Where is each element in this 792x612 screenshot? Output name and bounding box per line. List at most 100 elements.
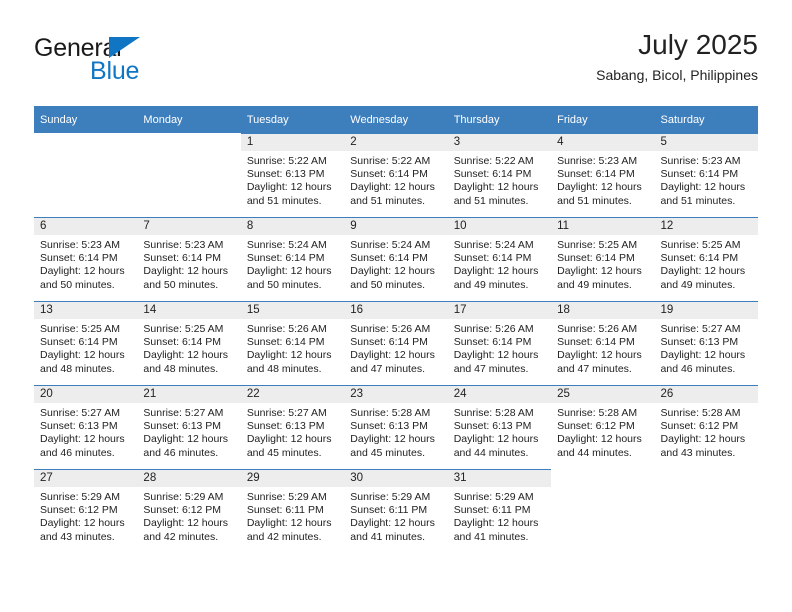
day-cell-inner: 27 Sunrise: 5:29 AM Sunset: 6:12 PM Dayligh… xyxy=(34,469,138,553)
weekday-header-sunday: Sunday xyxy=(34,106,138,133)
day-cell-inner: 25 Sunrise: 5:28 AM Sunset: 6:12 PM Dayligh… xyxy=(551,385,655,469)
calendar-day-cell[interactable]: 1 Sunrise: 5:22 AM Sunset: 6:13 PM Daylight… xyxy=(240,133,345,217)
day-cell-inner: 26 Sunrise: 5:28 AM Sunset: 6:12 PM Dayligh… xyxy=(654,385,758,469)
calendar-day-cell[interactable]: 27 Sunrise: 5:29 AM Sunset: 6:12 PM Dayligh… xyxy=(34,469,138,553)
calendar-day-cell[interactable]: 16 Sunrise: 5:26 AM Sunset: 6:14 PM Dayligh… xyxy=(344,301,448,385)
sunset-text: Sunset: 6:11 PM xyxy=(246,504,324,517)
day-number xyxy=(551,469,654,486)
calendar-day-cell[interactable]: 20 Sunrise: 5:27 AM Sunset: 6:13 PM Dayligh… xyxy=(34,385,138,469)
day-number: 18 xyxy=(551,302,655,319)
calendar-day-cell[interactable]: 26 Sunrise: 5:28 AM Sunset: 6:12 PM Dayligh… xyxy=(654,385,758,469)
calendar-day-cell[interactable]: 12 Sunrise: 5:25 AM Sunset: 6:14 PM Dayligh… xyxy=(654,217,758,301)
daylight-text-line1: Daylight: 12 hours xyxy=(557,265,642,278)
weekday-header-friday: Friday xyxy=(551,106,655,133)
sunset-text: Sunset: 6:13 PM xyxy=(453,420,532,433)
sunset-text: Sunset: 6:13 PM xyxy=(40,420,118,433)
calendar-day-cell[interactable]: 11 Sunrise: 5:25 AM Sunset: 6:14 PM Dayligh… xyxy=(551,217,655,301)
calendar-day-cell[interactable]: 23 Sunrise: 5:28 AM Sunset: 6:13 PM Dayligh… xyxy=(344,385,448,469)
calendar-day-cell[interactable]: 19 Sunrise: 5:27 AM Sunset: 6:13 PM Dayligh… xyxy=(654,301,758,385)
calendar-empty-cell xyxy=(551,469,654,553)
day-number xyxy=(34,133,137,150)
day-cell-inner xyxy=(137,133,240,217)
calendar-day-cell[interactable]: 22 Sunrise: 5:27 AM Sunset: 6:13 PM Dayligh… xyxy=(240,385,345,469)
calendar-day-cell[interactable]: 8 Sunrise: 5:24 AM Sunset: 6:14 PM Daylight… xyxy=(240,217,345,301)
day-cell-inner: 15 Sunrise: 5:26 AM Sunset: 6:14 PM Dayligh… xyxy=(240,301,345,385)
daylight-text-line2: and 50 minutes. xyxy=(40,278,115,291)
day-number: 20 xyxy=(34,386,138,403)
day-cell-details: Sunrise: 5:25 AM Sunset: 6:14 PM Daylight:… xyxy=(137,319,240,376)
sunrise-text: Sunrise: 5:25 AM xyxy=(40,323,120,335)
sunset-text: Sunset: 6:14 PM xyxy=(453,168,532,181)
day-cell-details: Sunrise: 5:29 AM Sunset: 6:11 PM Daylight:… xyxy=(241,487,344,544)
day-cell-inner: 21 Sunrise: 5:27 AM Sunset: 6:13 PM Dayligh… xyxy=(137,385,241,469)
calendar-day-cell[interactable]: 24 Sunrise: 5:28 AM Sunset: 6:13 PM Dayligh… xyxy=(447,385,552,469)
calendar-day-cell[interactable]: 15 Sunrise: 5:26 AM Sunset: 6:14 PM Dayligh… xyxy=(240,301,345,385)
daylight-text-line1: Daylight: 12 hours xyxy=(350,181,435,194)
page-title: July 2025 xyxy=(638,29,758,60)
daylight-text-line1: Daylight: 12 hours xyxy=(660,433,746,446)
sunrise-text: Sunrise: 5:23 AM xyxy=(40,239,120,251)
daylight-text-line2: and 49 minutes. xyxy=(660,278,736,291)
sunset-text: Sunset: 6:14 PM xyxy=(557,336,635,349)
sunrise-text: Sunrise: 5:29 AM xyxy=(453,491,534,503)
daylight-text-line2: and 44 minutes. xyxy=(557,446,632,459)
day-cell-details: Sunrise: 5:26 AM Sunset: 6:14 PM Daylight:… xyxy=(551,319,654,376)
sunset-text: Sunset: 6:14 PM xyxy=(660,252,739,265)
day-number: 9 xyxy=(344,218,448,235)
day-number: 3 xyxy=(447,134,552,151)
calendar-day-cell[interactable]: 28 Sunrise: 5:29 AM Sunset: 6:12 PM Dayligh… xyxy=(137,469,241,553)
calendar-day-cell[interactable]: 30 Sunrise: 5:29 AM Sunset: 6:11 PM Dayligh… xyxy=(344,469,448,553)
day-cell-details: Sunrise: 5:27 AM Sunset: 6:13 PM Daylight:… xyxy=(241,403,344,460)
calendar-day-cell[interactable]: 10 Sunrise: 5:24 AM Sunset: 6:14 PM Dayligh… xyxy=(447,217,552,301)
day-cell-inner xyxy=(551,469,654,553)
daylight-text-line2: and 50 minutes. xyxy=(143,278,219,291)
calendar-day-cell[interactable]: 21 Sunrise: 5:27 AM Sunset: 6:13 PM Dayligh… xyxy=(137,385,241,469)
daylight-text-line1: Daylight: 12 hours xyxy=(453,433,539,446)
daylight-text-line2: and 46 minutes. xyxy=(660,362,736,375)
daylight-text-line1: Daylight: 12 hours xyxy=(40,433,125,446)
calendar-day-cell[interactable]: 9 Sunrise: 5:24 AM Sunset: 6:14 PM Daylight… xyxy=(344,217,448,301)
calendar-day-cell[interactable]: 7 Sunrise: 5:23 AM Sunset: 6:14 PM Daylight… xyxy=(137,217,241,301)
calendar-day-cell[interactable]: 25 Sunrise: 5:28 AM Sunset: 6:12 PM Dayligh… xyxy=(551,385,655,469)
day-number: 28 xyxy=(137,470,241,487)
day-number: 22 xyxy=(240,386,345,403)
day-cell-inner: 17 Sunrise: 5:26 AM Sunset: 6:14 PM Dayligh… xyxy=(447,301,552,385)
sunset-text: Sunset: 6:14 PM xyxy=(350,168,428,181)
daylight-text-line1: Daylight: 12 hours xyxy=(350,349,435,362)
daylight-text-line2: and 48 minutes. xyxy=(40,362,115,375)
calendar-day-cell[interactable]: 29 Sunrise: 5:29 AM Sunset: 6:11 PM Dayligh… xyxy=(240,469,345,553)
calendar-day-cell[interactable]: 14 Sunrise: 5:25 AM Sunset: 6:14 PM Dayligh… xyxy=(137,301,241,385)
weekday-header-wednesday: Wednesday xyxy=(344,106,448,133)
calendar-day-cell[interactable]: 13 Sunrise: 5:25 AM Sunset: 6:14 PM Dayligh… xyxy=(34,301,138,385)
day-number: 25 xyxy=(551,386,655,403)
calendar-day-cell[interactable]: 31 Sunrise: 5:29 AM Sunset: 6:11 PM Dayligh… xyxy=(447,469,552,553)
day-number: 8 xyxy=(240,218,345,235)
day-number: 12 xyxy=(654,218,758,235)
sunset-text: Sunset: 6:14 PM xyxy=(557,252,635,265)
page-subtitle-location: Sabang, Bicol, Philippines xyxy=(596,67,758,83)
day-cell-inner: 24 Sunrise: 5:28 AM Sunset: 6:13 PM Dayligh… xyxy=(447,385,552,469)
day-cell-details: Sunrise: 5:28 AM Sunset: 6:12 PM Daylight:… xyxy=(655,403,758,460)
day-number: 15 xyxy=(240,302,345,319)
calendar-day-cell[interactable]: 5 Sunrise: 5:23 AM Sunset: 6:14 PM Daylight… xyxy=(654,133,758,217)
calendar-day-cell[interactable]: 17 Sunrise: 5:26 AM Sunset: 6:14 PM Dayligh… xyxy=(447,301,552,385)
calendar-day-cell[interactable]: 3 Sunrise: 5:22 AM Sunset: 6:14 PM Daylight… xyxy=(447,133,552,217)
calendar-day-cell[interactable]: 18 Sunrise: 5:26 AM Sunset: 6:14 PM Dayligh… xyxy=(551,301,655,385)
calendar-day-cell[interactable]: 2 Sunrise: 5:22 AM Sunset: 6:14 PM Daylight… xyxy=(344,133,448,217)
sunset-text: Sunset: 6:13 PM xyxy=(350,420,428,433)
sunrise-text: Sunrise: 5:29 AM xyxy=(40,491,120,503)
calendar-empty-cell xyxy=(137,133,240,217)
sunrise-text: Sunrise: 5:26 AM xyxy=(246,323,327,335)
calendar-day-cell[interactable]: 6 Sunrise: 5:23 AM Sunset: 6:14 PM Daylight… xyxy=(34,217,138,301)
daylight-text-line1: Daylight: 12 hours xyxy=(453,349,539,362)
sunrise-text: Sunrise: 5:22 AM xyxy=(246,155,327,167)
calendar-week-row: 13 Sunrise: 5:25 AM Sunset: 6:14 PM Dayligh… xyxy=(34,301,758,385)
daylight-text-line1: Daylight: 12 hours xyxy=(660,181,746,194)
day-cell-details: Sunrise: 5:25 AM Sunset: 6:14 PM Daylight:… xyxy=(34,319,137,376)
calendar-day-cell[interactable]: 4 Sunrise: 5:23 AM Sunset: 6:14 PM Daylight… xyxy=(551,133,655,217)
logo-triangle-icon xyxy=(109,37,140,58)
sunrise-text: Sunrise: 5:23 AM xyxy=(143,239,224,251)
sunrise-text: Sunrise: 5:29 AM xyxy=(350,491,431,503)
day-cell-details: Sunrise: 5:24 AM Sunset: 6:14 PM Daylight:… xyxy=(241,235,344,292)
day-cell-details: Sunrise: 5:28 AM Sunset: 6:12 PM Daylight:… xyxy=(551,403,654,460)
